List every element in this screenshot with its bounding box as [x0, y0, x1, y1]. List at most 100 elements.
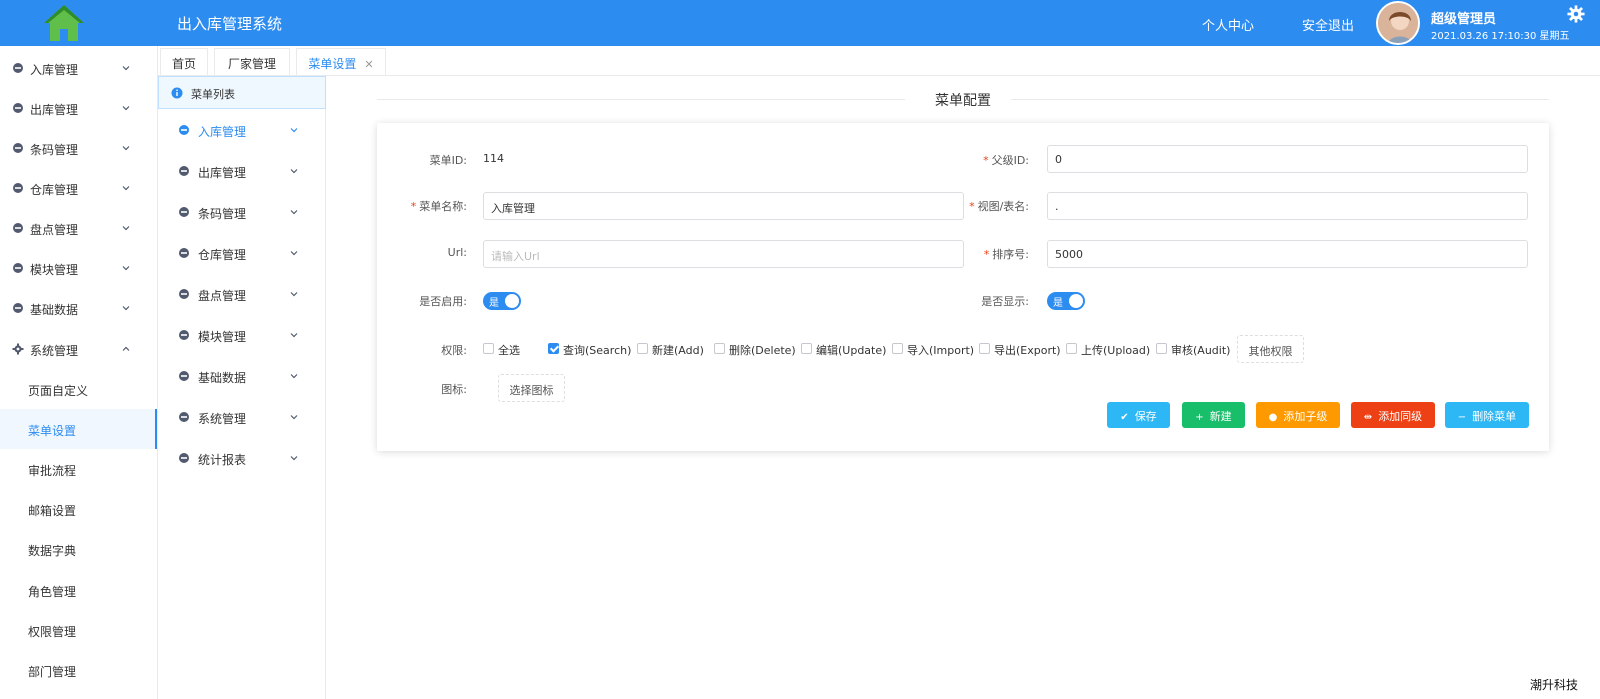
tree-item-module[interactable]: 模块管理 [158, 315, 326, 355]
chevron-down-icon [290, 251, 298, 256]
sidebar-subitem-approval-flow[interactable]: 审批流程 [0, 449, 157, 489]
personal-center-link[interactable]: 个人中心 [1202, 15, 1254, 34]
tab-home[interactable]: 首页 [160, 48, 208, 75]
sidebar-subitem-roles[interactable]: 角色管理 [0, 570, 157, 610]
view-table-label: * 视图/表名: [969, 200, 1029, 213]
menu-id-label: 菜单ID: [429, 154, 467, 167]
sidebar-item-warehouse[interactable]: 仓库管理 [0, 168, 157, 208]
menu-id-value: 114 [483, 152, 504, 165]
user-name: 超级管理员 [1431, 12, 1497, 27]
current-datetime: 2021.03.26 17:10:30 星期五 [1431, 31, 1570, 42]
tree-item-label: 出库管理 [198, 166, 247, 180]
tree-item-inbound[interactable]: 入库管理 [158, 110, 326, 150]
button-label: 删除菜单 [1472, 410, 1517, 423]
circle-icon [179, 289, 189, 299]
enabled-switch[interactable]: 是 [483, 292, 521, 310]
sidebar-item-label: 模块管理 [30, 263, 79, 277]
icon-label: 图标: [441, 383, 467, 396]
save-button[interactable]: ✔ 保存 [1107, 402, 1170, 428]
chevron-down-icon [122, 266, 130, 271]
avatar[interactable] [1376, 1, 1420, 45]
menu-name-input[interactable]: 入库管理 [483, 192, 964, 220]
sidebar-item-module[interactable]: 模块管理 [0, 248, 157, 288]
add-child-button[interactable]: ● 添加子级 [1256, 402, 1340, 428]
chevron-down-icon [122, 186, 130, 191]
tree-item-outbound[interactable]: 出库管理 [158, 151, 326, 191]
minus-icon: − [1457, 412, 1467, 423]
sidebar-item-label: 系统管理 [30, 344, 79, 358]
chevron-down-icon [290, 374, 298, 379]
check-circle-icon: ✔ [1120, 412, 1129, 423]
visible-switch[interactable]: 是 [1047, 292, 1085, 310]
close-icon[interactable]: ✕ [364, 58, 373, 71]
switch-knob [505, 294, 519, 308]
sibling-icon: ⇹ [1363, 412, 1373, 423]
tab-label: 厂家管理 [227, 57, 276, 71]
info-icon [171, 87, 183, 99]
tree-item-warehouse[interactable]: 仓库管理 [158, 233, 326, 273]
tab-label: 菜单设置 [308, 57, 357, 71]
sidebar-subitem-label: 邮箱设置 [28, 504, 77, 518]
menu-name-label: * 菜单名称: [410, 200, 467, 213]
chevron-down-icon [290, 210, 298, 215]
plus-icon: + [1195, 412, 1204, 423]
sidebar-subitem-permissions[interactable]: 权限管理 [0, 610, 157, 650]
sidebar-subitem-dictionary[interactable]: 数据字典 [0, 529, 157, 569]
other-permissions-button[interactable]: 其他权限 [1237, 335, 1304, 363]
home-logo-icon[interactable] [42, 3, 86, 43]
gear-icon[interactable] [1567, 5, 1585, 23]
add-sibling-button[interactable]: ⇹ 添加同级 [1351, 402, 1435, 428]
button-label: 新建 [1209, 410, 1232, 423]
button-label: 添加同级 [1378, 410, 1423, 423]
tree-item-label: 条码管理 [198, 207, 247, 221]
checkbox-box [979, 343, 990, 354]
tab-vendor-management[interactable]: 厂家管理 [214, 48, 290, 75]
sidebar-subitem-mail-settings[interactable]: 邮箱设置 [0, 489, 157, 529]
parent-id-input[interactable]: 0 [1047, 145, 1528, 173]
tab-menu-settings[interactable]: 菜单设置 ✕ [296, 48, 386, 75]
sidebar-subitem-label: 审批流程 [28, 464, 77, 478]
sidebar-subitem-label: 菜单设置 [28, 424, 77, 438]
select-icon-button[interactable]: 选择图标 [498, 374, 565, 402]
checkbox-box [892, 343, 903, 354]
circle-icon [13, 63, 23, 73]
tree-item-system[interactable]: 系统管理 [158, 397, 326, 437]
circle-icon [13, 223, 23, 233]
checkbox-box [637, 343, 648, 354]
sort-order-input[interactable]: 5000 [1047, 240, 1528, 268]
sidebar-subitem-label: 权限管理 [28, 625, 77, 639]
sidebar-subitem-page-custom[interactable]: 页面自定义 [0, 369, 157, 409]
chevron-down-icon [290, 333, 298, 338]
checkbox-label: 导入(Import) [907, 344, 975, 357]
button-label: 添加子级 [1283, 410, 1328, 423]
checkbox-box [1156, 343, 1167, 354]
sidebar-item-inventory[interactable]: 盘点管理 [0, 208, 157, 248]
tree-item-barcode[interactable]: 条码管理 [158, 192, 326, 232]
tree-item-basic-data[interactable]: 基础数据 [158, 356, 326, 396]
chevron-down-icon [122, 226, 130, 231]
delete-menu-button[interactable]: − 删除菜单 [1445, 402, 1529, 428]
sidebar-subitem-label: 部门管理 [28, 665, 77, 679]
sidebar-subitem-menu-settings[interactable]: 菜单设置 [0, 409, 157, 449]
tree-item-inventory[interactable]: 盘点管理 [158, 274, 326, 314]
sidebar-item-inbound[interactable]: 入库管理 [0, 48, 157, 88]
sidebar-item-label: 基础数据 [30, 303, 79, 317]
checkbox-label: 编辑(Update) [816, 344, 887, 357]
sidebar-item-outbound[interactable]: 出库管理 [0, 88, 157, 128]
url-input[interactable]: 请输入Url [483, 240, 964, 268]
sidebar-item-basic-data[interactable]: 基础数据 [0, 288, 157, 328]
top-header: 出入库管理系统 个人中心 安全退出 超级管理员 2021.03.26 17:10… [0, 0, 1600, 46]
sidebar-subitem-departments[interactable]: 部门管理 [0, 650, 157, 690]
switch-knob [1069, 294, 1083, 308]
checkbox-box [1066, 343, 1077, 354]
new-button[interactable]: + 新建 [1182, 402, 1245, 428]
tree-item-reports[interactable]: 统计报表 [158, 438, 326, 478]
logout-link[interactable]: 安全退出 [1302, 15, 1354, 34]
sidebar-item-system[interactable]: 系统管理 [0, 329, 157, 369]
sidebar-item-barcode[interactable]: 条码管理 [0, 128, 157, 168]
view-table-input[interactable]: . [1047, 192, 1528, 220]
tree-item-label: 系统管理 [198, 412, 247, 426]
permissions-label: 权限: [441, 344, 467, 357]
circle-icon [179, 166, 189, 176]
circle-icon [179, 207, 189, 217]
